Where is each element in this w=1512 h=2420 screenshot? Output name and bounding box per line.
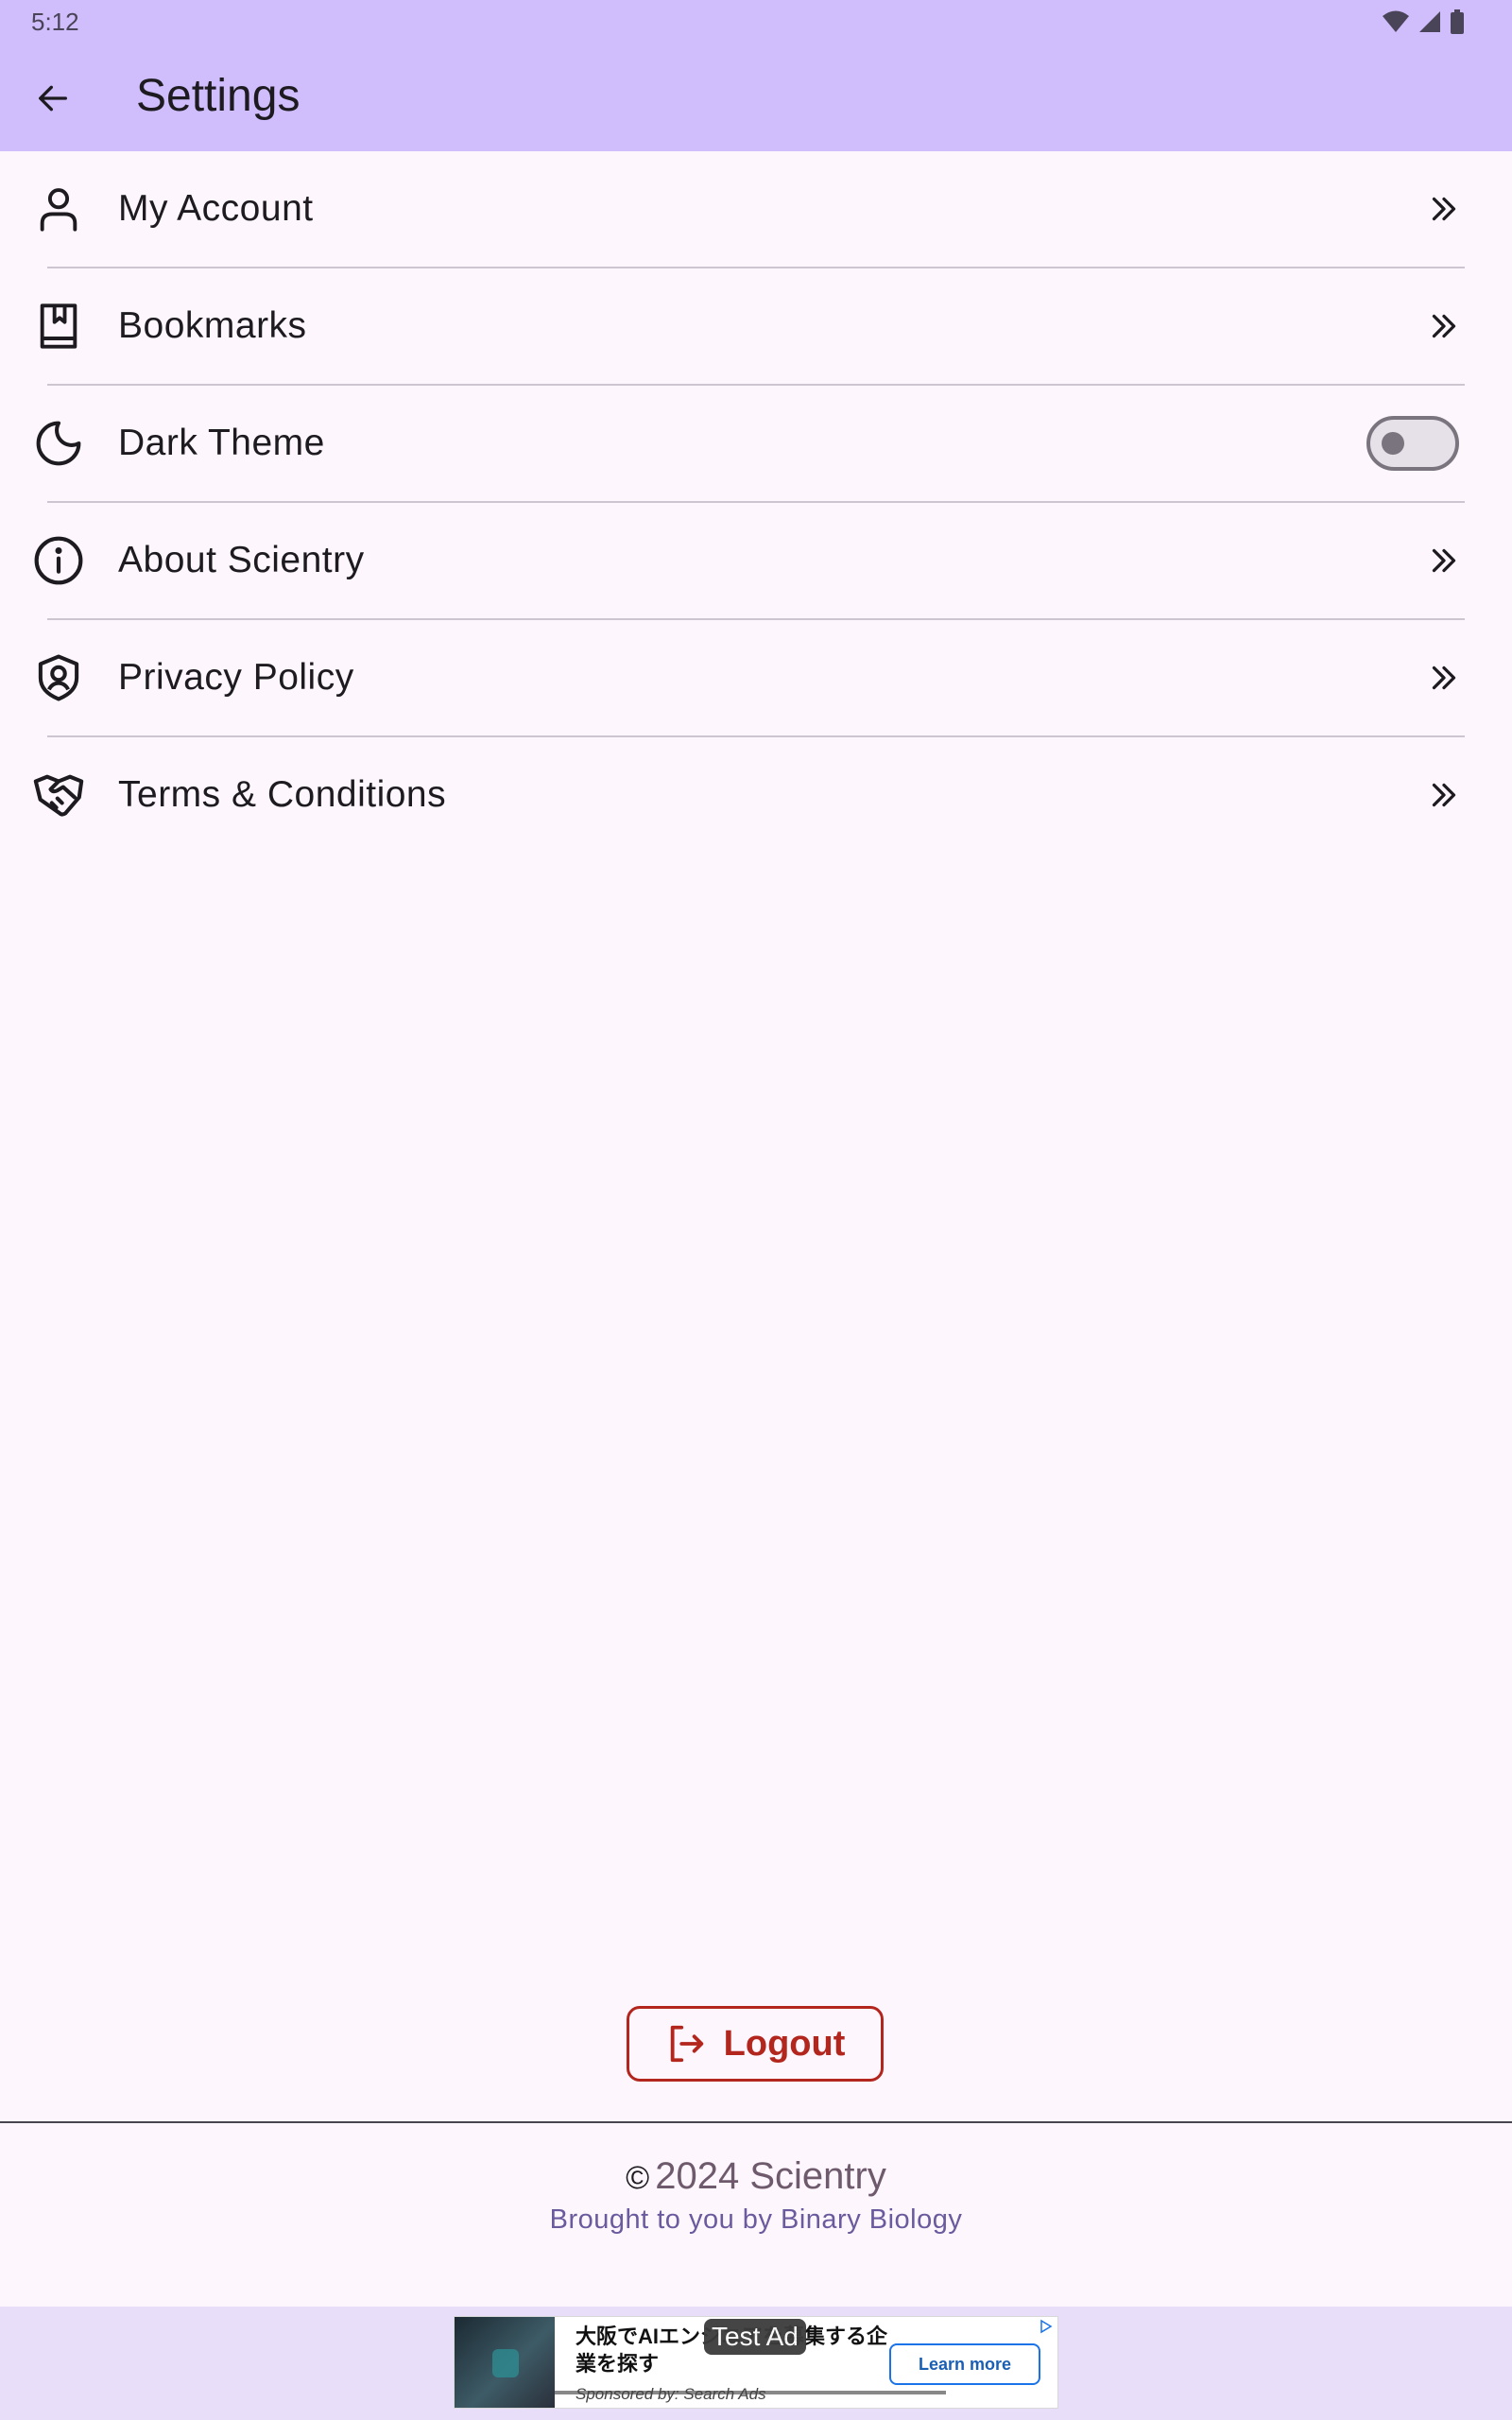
settings-item-label: Privacy Policy xyxy=(118,657,354,698)
test-ad-badge: Test Ad xyxy=(704,2319,806,2355)
copyright: © 2024 Scientry xyxy=(0,2155,1512,2198)
chevrons-right-icon xyxy=(1423,540,1465,581)
copyright-symbol: © xyxy=(626,2160,650,2196)
ad-choices-icon[interactable] xyxy=(1039,2319,1054,2334)
settings-item-label: Terms & Conditions xyxy=(118,774,447,815)
copyright-text: 2024 Scientry xyxy=(655,2155,886,2197)
ad-learn-more-button[interactable]: Learn more xyxy=(889,2343,1040,2385)
chevrons-right-icon xyxy=(1423,188,1465,230)
status-time: 5:12 xyxy=(31,8,79,36)
chevrons-right-icon xyxy=(1423,305,1465,347)
settings-item-about[interactable]: About Scientry xyxy=(0,503,1512,618)
ad-sponsored: Sponsored by: Search Ads xyxy=(576,2385,766,2403)
status-bar: 5:12 xyxy=(0,0,1512,43)
app-bar: Settings xyxy=(0,43,1512,151)
chevrons-right-icon xyxy=(1423,657,1465,699)
info-icon xyxy=(30,532,87,589)
logout-icon xyxy=(670,2025,703,2063)
settings-item-label: Dark Theme xyxy=(118,423,325,463)
toggle-knob xyxy=(1382,432,1404,455)
ad-banner[interactable]: 大阪でAIエンジニアを募集する企業を探す Sponsored by: Searc… xyxy=(454,2316,1058,2409)
moon-icon xyxy=(30,415,87,472)
settings-item-label: Bookmarks xyxy=(118,305,307,346)
shield-user-icon xyxy=(30,649,87,706)
status-icons xyxy=(1382,9,1465,34)
ad-image xyxy=(455,2317,555,2408)
settings-item-label: My Account xyxy=(118,188,314,229)
back-button[interactable] xyxy=(23,72,83,125)
logout-button[interactable]: Logout xyxy=(627,2006,884,2082)
battery-icon xyxy=(1451,9,1464,34)
user-icon xyxy=(30,181,87,237)
ad-area: 大阪でAIエンジニアを募集する企業を探す Sponsored by: Searc… xyxy=(0,2307,1512,2420)
settings-item-bookmarks[interactable]: Bookmarks xyxy=(0,268,1512,384)
settings-item-label: About Scientry xyxy=(118,540,365,580)
handshake-icon xyxy=(30,767,87,823)
chevrons-right-icon xyxy=(1423,774,1465,816)
settings-item-terms[interactable]: Terms & Conditions xyxy=(0,737,1512,853)
arrow-left-icon xyxy=(39,85,68,112)
signal-icon xyxy=(1419,11,1440,32)
dark-theme-toggle[interactable] xyxy=(1366,416,1459,471)
settings-item-privacy-policy[interactable]: Privacy Policy xyxy=(0,620,1512,735)
wifi-icon xyxy=(1383,10,1409,32)
settings-item-dark-theme[interactable]: Dark Theme xyxy=(0,386,1512,501)
settings-item-my-account[interactable]: My Account xyxy=(0,151,1512,267)
logout-label: Logout xyxy=(723,2023,846,2064)
bookmark-book-icon xyxy=(30,298,87,354)
settings-list: My Account Bookmarks Dark Theme About Sc… xyxy=(0,151,1512,853)
footer-divider xyxy=(0,2121,1512,2123)
page-title: Settings xyxy=(136,71,301,121)
tagline[interactable]: Brought to you by Binary Biology xyxy=(0,2204,1512,2236)
